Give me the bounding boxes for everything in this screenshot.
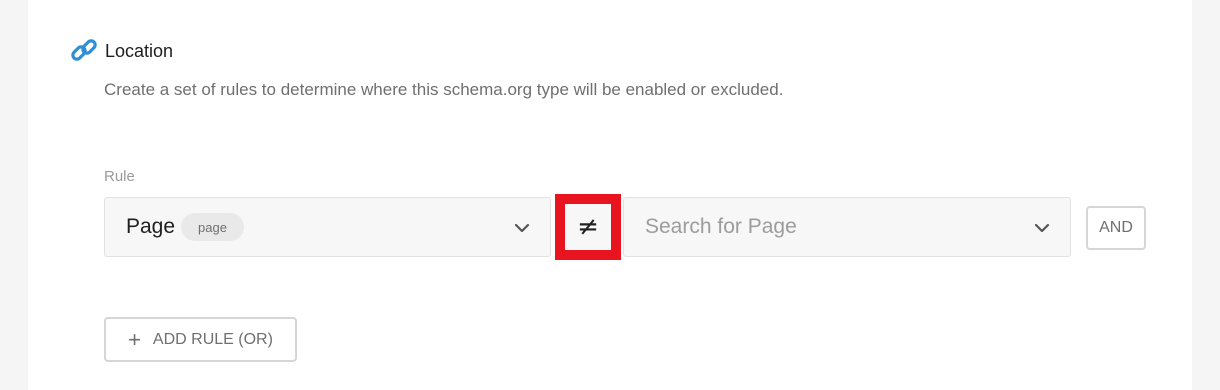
rule-type-select[interactable]: Page page	[104, 197, 551, 257]
section-description: Create a set of rules to determine where…	[104, 80, 784, 99]
section-title: Location	[105, 40, 174, 61]
rule-type-value: Page	[126, 215, 176, 238]
chevron-down-icon	[514, 223, 530, 233]
section-header: Location	[70, 38, 173, 64]
link-icon	[71, 39, 97, 61]
plus-icon: +	[128, 326, 141, 352]
rule-value-select[interactable]: Search for Page	[623, 197, 1071, 257]
add-rule-label: ADD RULE (OR)	[152, 330, 273, 348]
operator-toggle-button[interactable]: ≠	[565, 204, 611, 250]
chevron-down-icon	[1034, 223, 1050, 233]
add-rule-button[interactable]: + ADD RULE (OR)	[104, 317, 297, 362]
and-button[interactable]: AND	[1086, 206, 1146, 250]
rule-type-tag: page	[181, 213, 244, 241]
rule-label: Rule	[104, 168, 135, 185]
rule-value-placeholder: Search for Page	[645, 215, 797, 238]
